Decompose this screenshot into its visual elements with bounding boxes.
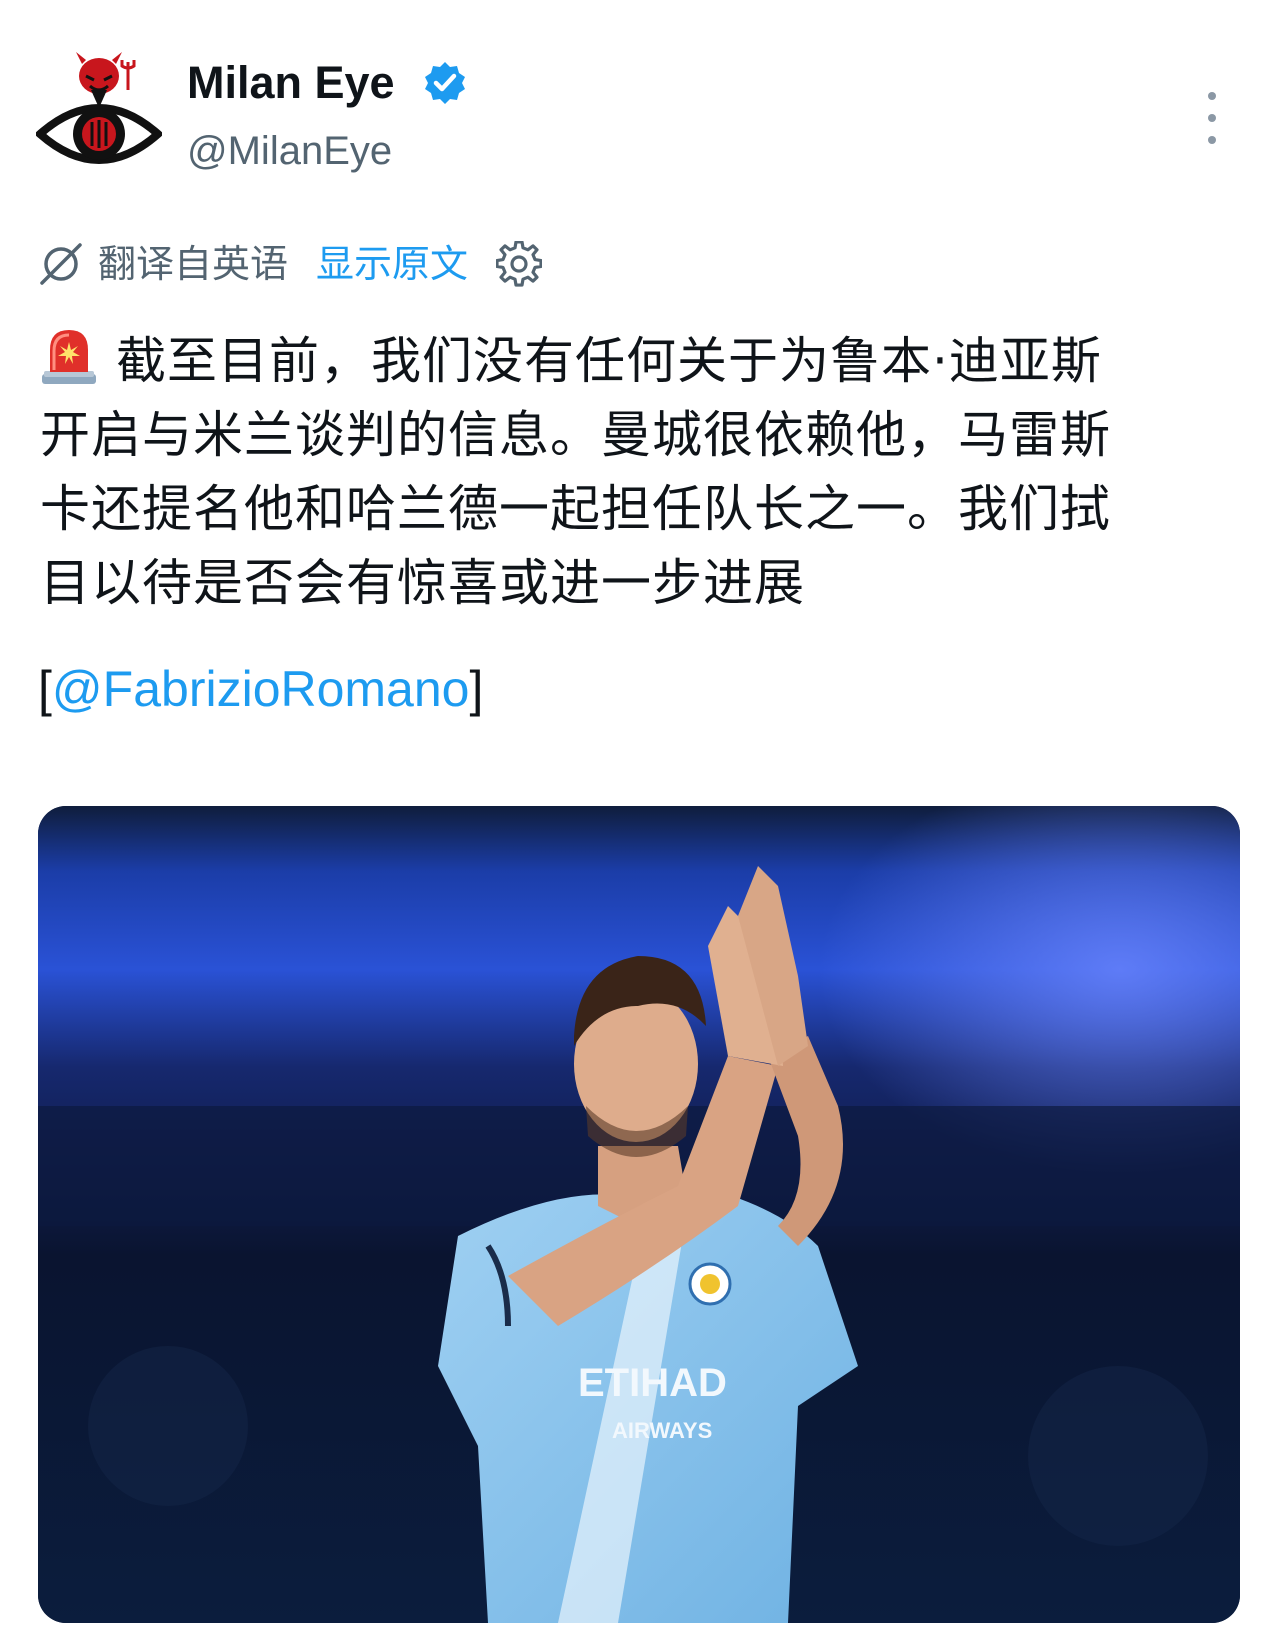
source-credit: [@FabrizioRomano]	[38, 654, 483, 724]
devil-eye-logo-icon	[33, 52, 165, 164]
tweet-text: 截至目前，我们没有任何关于为鲁本·迪亚斯 开启与米兰谈判的信息。曼城很依赖他，马…	[40, 324, 1240, 620]
tweet-text-line-2: 开启与米兰谈判的信息。曼城很依赖他，马雷斯	[40, 406, 1111, 464]
player-photo: ETIHAD AIRWAYS	[38, 806, 1240, 1623]
kit-sponsor-text: ETIHAD	[578, 1361, 727, 1405]
tweet-text-line-1: 截至目前，我们没有任何关于为鲁本·迪亚斯	[116, 332, 1102, 390]
author-handle[interactable]: @MilanEye	[187, 124, 392, 178]
verified-badge-icon	[425, 62, 465, 104]
kit-sponsor-subtext: AIRWAYS	[612, 1418, 712, 1443]
show-original-link[interactable]: 显示原文	[316, 239, 468, 289]
translate-icon	[40, 243, 82, 285]
author-display-name[interactable]: Milan Eye	[187, 56, 395, 110]
tweet-text-line: 截至目前，我们没有任何关于为鲁本·迪亚斯	[40, 324, 1240, 398]
more-options-icon[interactable]	[1196, 92, 1228, 144]
tweet-media-image[interactable]: ETIHAD AIRWAYS	[38, 806, 1240, 1623]
translation-bar: 翻译自英语 显示原文	[36, 236, 543, 292]
author-avatar[interactable]	[33, 50, 165, 176]
translated-from-label: 翻译自英语	[98, 242, 289, 286]
source-open-bracket: [	[38, 661, 52, 717]
police-siren-icon	[42, 330, 96, 384]
source-close-bracket: ]	[469, 661, 484, 717]
source-mention-link[interactable]: @FabrizioRomano	[52, 661, 470, 717]
tweet-text-line-3: 卡还提名他和哈兰德一起担任队长之一。我们拭	[40, 480, 1111, 538]
tweet-page: Milan Eye @MilanEye 翻译自英语 显示原文 截至目前，我们没有…	[0, 0, 1280, 1649]
gear-icon[interactable]	[496, 241, 543, 287]
tweet-text-line-4: 目以待是否会有惊喜或进一步进展	[40, 554, 805, 612]
